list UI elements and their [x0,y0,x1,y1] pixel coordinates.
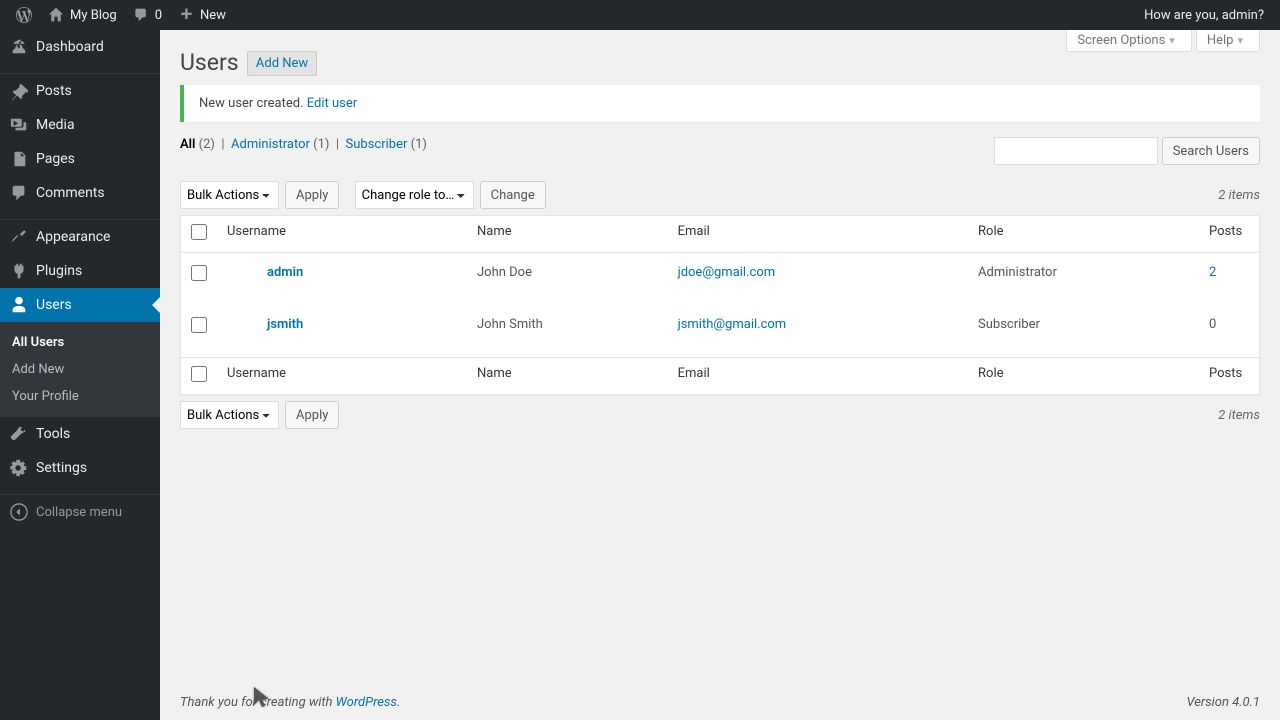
dashboard-icon [10,38,28,56]
col-email[interactable]: Email [668,216,968,253]
page-icon [10,150,28,168]
table-row: jsmith John Smith jsmith@gmail.com Subscrib… [181,305,1259,357]
settings-icon [10,459,28,477]
comments-icon [10,184,28,202]
new-label: New [200,8,226,23]
screen-options-button[interactable]: Screen Options [1066,30,1192,52]
bulk-actions-select-bottom[interactable]: Bulk Actions [180,401,279,429]
submenu-your-profile[interactable]: Your Profile [0,383,160,410]
search-users-input[interactable] [994,137,1158,165]
home-icon [48,7,64,23]
col-name[interactable]: Name [467,216,668,253]
plus-icon [178,7,194,23]
select-all-bottom[interactable] [191,366,207,382]
col-name-foot: Name [467,357,668,394]
wp-logo[interactable] [8,0,40,30]
submenu-all-users[interactable]: All Users [0,329,160,356]
collapse-icon [10,503,28,521]
comments-count: 0 [155,8,162,23]
col-role[interactable]: Role [968,216,1199,253]
pin-icon [10,82,28,100]
add-new-button[interactable]: Add New [247,51,317,76]
col-role-foot: Role [968,357,1199,394]
submenu-add-new[interactable]: Add New [0,356,160,383]
greeting: How are you, admin? [1144,8,1264,23]
edit-user-link[interactable]: Edit user [307,96,357,111]
sidebar-item-pages[interactable]: Pages [0,142,160,176]
filter-all[interactable]: All [180,137,195,152]
search-users-button[interactable]: Search Users [1162,137,1260,165]
user-role: Administrator [968,253,1199,305]
sidebar-item-dashboard[interactable]: Dashboard [0,30,160,64]
media-icon [10,116,28,134]
select-row[interactable] [191,317,207,333]
select-all-top[interactable] [191,224,207,240]
wordpress-link[interactable]: WordPress [336,695,397,710]
user-username-link[interactable]: admin [267,265,303,280]
page-title: Users [180,40,239,80]
plugin-icon [10,262,28,280]
sidebar-item-tools[interactable]: Tools [0,417,160,451]
my-account-link[interactable]: How are you, admin? [1136,0,1272,30]
new-content-link[interactable]: New [170,0,234,30]
tools-icon [10,425,28,443]
items-count-top: 2 items [1218,188,1260,203]
comment-icon [133,7,149,23]
bulk-actions-select-top[interactable]: Bulk Actions [180,181,279,209]
select-row[interactable] [191,265,207,281]
user-role: Subscriber [968,305,1199,357]
col-email-foot: Email [668,357,968,394]
sidebar-item-comments[interactable]: Comments [0,176,160,210]
sidebar-item-appearance[interactable]: Appearance [0,220,160,254]
wordpress-icon [16,7,32,23]
sidebar-item-plugins[interactable]: Plugins [0,254,160,288]
table-row: admin John Doe jdoe@gmail.com Administrator… [181,253,1259,305]
success-notice: New user created. Edit user [180,85,1260,122]
appearance-icon [10,228,28,246]
footer-version: Version 4.0.1 [1186,695,1260,710]
sidebar-item-users[interactable]: Users [0,288,160,322]
sidebar-item-posts[interactable]: Posts [0,74,160,108]
col-username[interactable]: Username [217,216,467,253]
help-button[interactable]: Help [1196,30,1260,52]
col-username-foot: Username [217,357,467,394]
user-name: John Doe [467,253,668,305]
items-count-bottom: 2 items [1218,408,1260,423]
sidebar-item-settings[interactable]: Settings [0,451,160,485]
collapse-menu[interactable]: Collapse menu [0,495,160,529]
apply-button-bottom[interactable]: Apply [285,401,339,429]
user-icon [10,296,28,314]
change-role-select[interactable]: Change role to… [355,181,474,209]
change-button[interactable]: Change [480,181,546,209]
col-posts[interactable]: Posts [1199,216,1259,253]
footer-thankyou: Thank you for creating with WordPress. [180,695,400,710]
sidebar-item-media[interactable]: Media [0,108,160,142]
apply-button-top[interactable]: Apply [285,181,339,209]
user-username-link[interactable]: jsmith [267,317,303,332]
notice-text: New user created. [199,96,304,111]
site-name: My Blog [70,8,117,23]
filter-administrator[interactable]: Administrator [231,137,310,152]
user-posts: 0 [1209,317,1216,332]
user-posts-link[interactable]: 2 [1209,265,1216,280]
col-posts-foot: Posts [1199,357,1259,394]
site-name-link[interactable]: My Blog [40,0,125,30]
user-email-link[interactable]: jdoe@gmail.com [678,265,776,280]
comments-link[interactable]: 0 [125,0,170,30]
user-email-link[interactable]: jsmith@gmail.com [678,317,787,332]
filter-subscriber[interactable]: Subscriber [346,137,408,152]
user-name: John Smith [467,305,668,357]
